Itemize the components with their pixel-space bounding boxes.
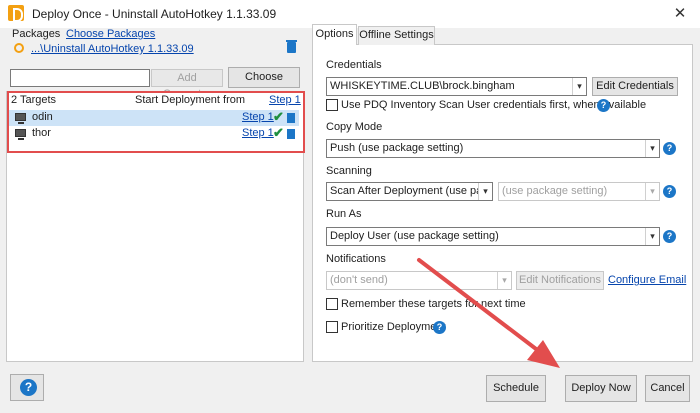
help-icon[interactable]: ?: [663, 185, 676, 198]
chevron-down-icon: ▾: [645, 140, 659, 157]
help-icon[interactable]: ?: [663, 230, 676, 243]
run-as-label: Run As: [326, 208, 362, 220]
chevron-down-icon: ▾: [478, 183, 492, 200]
choose-packages-link[interactable]: Choose Packages: [66, 28, 155, 40]
close-button[interactable]: ✕: [669, 3, 691, 25]
chevron-down-icon: ▾: [645, 183, 659, 200]
notifications-value: (don't send): [330, 274, 388, 286]
notifications-dropdown: (don't send) ▾: [326, 271, 512, 290]
scanning-label: Scanning: [326, 165, 372, 177]
pdq-scan-user-checkbox[interactable]: [326, 99, 338, 111]
remember-targets-label: Remember these targets for next time: [341, 298, 526, 310]
scanning-value: Scan After Deployment (use pac...: [330, 185, 493, 197]
package-name-link[interactable]: ...\Uninstall AutoHotkey 1.1.33.09: [31, 43, 194, 55]
schedule-button[interactable]: Schedule: [486, 375, 546, 402]
help-icon[interactable]: ?: [663, 142, 676, 155]
deploy-now-button[interactable]: Deploy Now: [565, 375, 637, 402]
credentials-value: WHISKEYTIME.CLUB\brock.bingham: [330, 80, 515, 92]
edit-credentials-button[interactable]: Edit Credentials: [592, 77, 678, 96]
scanning-secondary-dropdown: (use package setting) ▾: [498, 182, 660, 201]
copy-mode-label: Copy Mode: [326, 121, 383, 133]
tab-offline-settings[interactable]: Offline Settings: [358, 26, 435, 45]
scanning-secondary-value: (use package setting): [502, 185, 608, 197]
copy-mode-value: Push (use package setting): [330, 142, 464, 154]
remember-targets-checkbox[interactable]: [326, 298, 338, 310]
prioritize-deployment-checkbox[interactable]: [326, 321, 338, 333]
chevron-down-icon: ▾: [645, 228, 659, 245]
run-as-value: Deploy User (use package setting): [330, 230, 499, 242]
run-as-dropdown[interactable]: Deploy User (use package setting) ▾: [326, 227, 660, 246]
cancel-button[interactable]: Cancel: [645, 375, 690, 402]
scanning-dropdown[interactable]: Scan After Deployment (use pac... ▾: [326, 182, 493, 201]
edit-notifications-button: Edit Notifications: [516, 271, 604, 290]
chevron-down-icon: ▾: [497, 272, 511, 289]
credentials-label: Credentials: [326, 59, 382, 71]
notifications-label: Notifications: [326, 253, 386, 265]
copy-mode-dropdown[interactable]: Push (use package setting) ▾: [326, 139, 660, 158]
help-icon[interactable]: ?: [433, 321, 446, 334]
add-computer-button[interactable]: Add Computer: [151, 69, 223, 100]
choose-targets-button[interactable]: Choose Targets: [228, 67, 300, 102]
packages-label: Packages: [12, 28, 61, 40]
tab-options[interactable]: Options: [312, 24, 357, 45]
chevron-down-icon: ▾: [572, 78, 586, 95]
highlight-annotation-box: [7, 91, 305, 153]
computer-name-input[interactable]: [10, 69, 150, 87]
window-title: Deploy Once - Uninstall AutoHotkey 1.1.3…: [32, 7, 277, 21]
help-icon: ?: [20, 379, 37, 396]
prioritize-deployment-label: Prioritize Deployment: [341, 321, 446, 333]
help-button[interactable]: ?: [10, 374, 44, 401]
help-icon[interactable]: ?: [597, 99, 610, 112]
package-icon: [14, 43, 24, 53]
app-logo-icon: [8, 5, 24, 22]
credentials-dropdown[interactable]: WHISKEYTIME.CLUB\brock.bingham ▾: [326, 77, 587, 96]
remove-package-trash-icon[interactable]: [286, 40, 297, 53]
configure-email-link[interactable]: Configure Email: [608, 274, 686, 286]
